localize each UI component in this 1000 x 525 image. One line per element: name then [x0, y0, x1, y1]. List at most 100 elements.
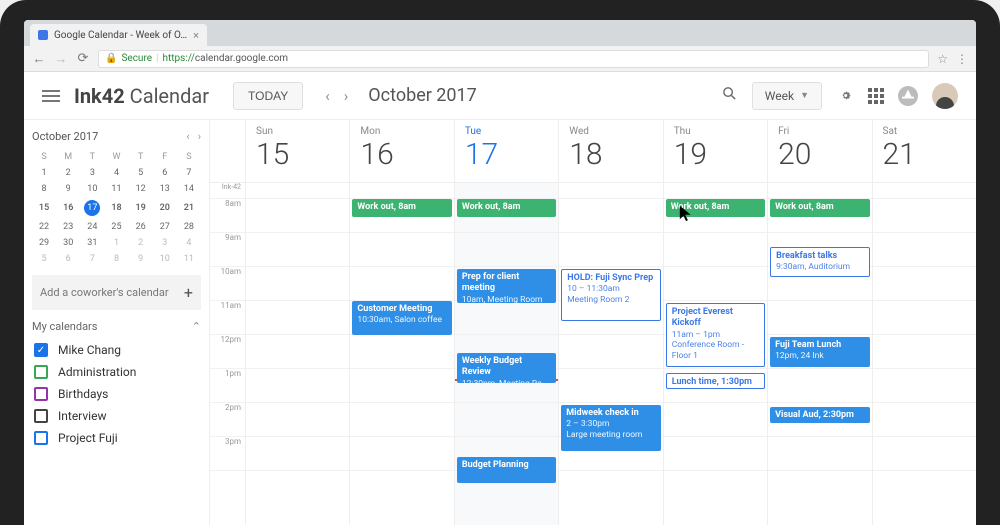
mini-day-cell[interactable]: 10	[80, 181, 104, 197]
mini-day-cell[interactable]: 11	[177, 251, 201, 267]
calendar-checkbox[interactable]	[34, 409, 48, 423]
calendar-event[interactable]: Visual Aud, 2:30pm	[770, 407, 869, 423]
day-column[interactable]: Work out, 8am Customer Meeting10:30am, Sa…	[350, 183, 454, 525]
calendar-event[interactable]: Budget Planning	[457, 457, 556, 483]
calendar-event[interactable]: Midweek check in2 – 3:30pmLarge meeting …	[561, 405, 660, 451]
browser-menu-icon[interactable]: ⋮	[956, 52, 968, 66]
mini-day-cell[interactable]: 31	[80, 235, 104, 251]
star-icon[interactable]: ☆	[937, 52, 948, 66]
mini-day-cell[interactable]: 6	[153, 165, 177, 181]
day-column[interactable]	[873, 183, 976, 525]
mini-day-cell[interactable]: 19	[129, 197, 153, 219]
mini-day-cell[interactable]: 10	[153, 251, 177, 267]
plus-icon[interactable]: +	[184, 283, 193, 302]
mini-prev-button[interactable]: ‹	[186, 130, 189, 143]
day-header[interactable]: Mon16	[350, 120, 454, 182]
today-button[interactable]: TODAY	[233, 82, 303, 110]
next-period-button[interactable]: ›	[344, 87, 349, 105]
calendar-checkbox[interactable]	[34, 387, 48, 401]
mini-day-cell[interactable]: 5	[32, 251, 56, 267]
calendar-event[interactable]: Project Everest Kickoff11am – 1pmConfere…	[666, 303, 765, 367]
calendar-checkbox[interactable]: ✓	[34, 343, 48, 357]
mini-day-cell[interactable]: 7	[80, 251, 104, 267]
calendar-list-item[interactable]: Project Fuji	[32, 427, 201, 449]
calendar-list-item[interactable]: ✓Mike Chang	[32, 339, 201, 361]
mini-day-cell[interactable]: 3	[153, 235, 177, 251]
mini-day-cell[interactable]: 29	[32, 235, 56, 251]
tab-close-icon[interactable]: ×	[193, 29, 199, 42]
mini-day-cell[interactable]: 8	[104, 251, 128, 267]
add-coworker-input[interactable]: Add a coworker's calendar +	[32, 275, 201, 310]
mini-day-cell[interactable]: 30	[56, 235, 80, 251]
mini-day-cell[interactable]: 27	[153, 219, 177, 235]
calendar-event[interactable]: Work out, 8am	[352, 199, 451, 217]
mini-day-cell[interactable]: 12	[129, 181, 153, 197]
settings-gear-icon[interactable]	[836, 85, 854, 107]
day-header[interactable]: Sun15	[246, 120, 350, 182]
mini-day-cell[interactable]: 26	[129, 219, 153, 235]
calendar-event[interactable]: Lunch time, 1:30pm	[666, 373, 765, 389]
mini-day-cell[interactable]: 21	[177, 197, 201, 219]
mini-day-cell[interactable]: 4	[177, 235, 201, 251]
day-column[interactable]	[246, 183, 350, 525]
mini-day-cell[interactable]: 23	[56, 219, 80, 235]
account-avatar[interactable]	[932, 83, 958, 109]
mini-day-cell[interactable]: 1	[32, 165, 56, 181]
mini-day-cell[interactable]: 6	[56, 251, 80, 267]
mini-day-cell[interactable]: 13	[153, 181, 177, 197]
day-header[interactable]: Wed18	[559, 120, 663, 182]
day-column[interactable]: HOLD: Fuji Sync Prep10 – 11:30amMeeting …	[559, 183, 663, 525]
day-column[interactable]: Work out, 8am Prep for client meeting10am…	[455, 183, 559, 525]
mini-day-cell[interactable]: 8	[32, 181, 56, 197]
calendar-event[interactable]: Prep for client meeting10am, Meeting Roo…	[457, 269, 556, 303]
calendar-list-item[interactable]: Birthdays	[32, 383, 201, 405]
calendar-list-item[interactable]: Administration	[32, 361, 201, 383]
view-selector[interactable]: Week ▼	[752, 82, 822, 110]
calendar-event[interactable]: Work out, 8am	[770, 199, 869, 217]
mini-day-cell[interactable]: 24	[80, 219, 104, 235]
calendar-event[interactable]: HOLD: Fuji Sync Prep10 – 11:30amMeeting …	[561, 269, 660, 321]
mini-day-cell[interactable]: 11	[104, 181, 128, 197]
calendar-event[interactable]: Breakfast talks9:30am, Auditorium	[770, 247, 869, 277]
mini-day-cell[interactable]: 14	[177, 181, 201, 197]
mini-calendar[interactable]: SMTWTFS 12345678910111213141516171819202…	[32, 149, 201, 267]
day-header[interactable]: Thu19	[664, 120, 768, 182]
browser-tab[interactable]: Google Calendar - Week of O… ×	[30, 24, 207, 46]
mini-next-button[interactable]: ›	[198, 130, 201, 143]
mini-day-cell[interactable]: 28	[177, 219, 201, 235]
search-icon[interactable]	[721, 85, 738, 106]
forward-button[interactable]: →	[54, 51, 68, 67]
my-calendars-header[interactable]: My calendars ⌃	[32, 320, 201, 333]
calendar-checkbox[interactable]	[34, 431, 48, 445]
day-header[interactable]: Sat21	[873, 120, 976, 182]
mini-day-cell[interactable]: 22	[32, 219, 56, 235]
mini-day-cell[interactable]: 20	[153, 197, 177, 219]
mini-day-cell[interactable]: 3	[80, 165, 104, 181]
mini-day-cell[interactable]: 2	[129, 235, 153, 251]
day-column[interactable]: Work out, 8am Breakfast talks9:30am, Audi…	[768, 183, 872, 525]
mini-day-cell[interactable]: 1	[104, 235, 128, 251]
mini-day-cell[interactable]: 7	[177, 165, 201, 181]
back-button[interactable]: ←	[32, 51, 46, 67]
mini-day-cell[interactable]: 9	[56, 181, 80, 197]
reload-button[interactable]: ⟳	[76, 51, 90, 66]
address-bar[interactable]: 🔒 Secure | https://calendar.google.com	[98, 50, 929, 68]
mini-day-cell[interactable]: 16	[56, 197, 80, 219]
day-header[interactable]: Tue17	[455, 120, 559, 182]
main-menu-icon[interactable]	[42, 87, 60, 105]
day-column[interactable]: Work out, 8amProject Everest Kickoff11am…	[664, 183, 768, 525]
google-apps-icon[interactable]	[868, 88, 884, 104]
calendar-event[interactable]: Fuji Team Lunch12pm, 24 Ink	[770, 337, 869, 367]
mini-day-cell[interactable]: 17	[80, 197, 104, 219]
mini-day-cell[interactable]: 25	[104, 219, 128, 235]
mini-day-cell[interactable]: 9	[129, 251, 153, 267]
calendar-event[interactable]: Customer Meeting10:30am, Salon coffee	[352, 301, 451, 335]
calendar-event[interactable]: Weekly Budget Review12:30pm, Meeting Ro	[457, 353, 556, 383]
day-header[interactable]: Fri20	[768, 120, 872, 182]
prev-period-button[interactable]: ‹	[325, 87, 330, 105]
mini-day-cell[interactable]: 4	[104, 165, 128, 181]
mini-day-cell[interactable]: 2	[56, 165, 80, 181]
calendar-event[interactable]: Work out, 8am	[457, 199, 556, 217]
mini-day-cell[interactable]: 18	[104, 197, 128, 219]
mini-day-cell[interactable]: 5	[129, 165, 153, 181]
